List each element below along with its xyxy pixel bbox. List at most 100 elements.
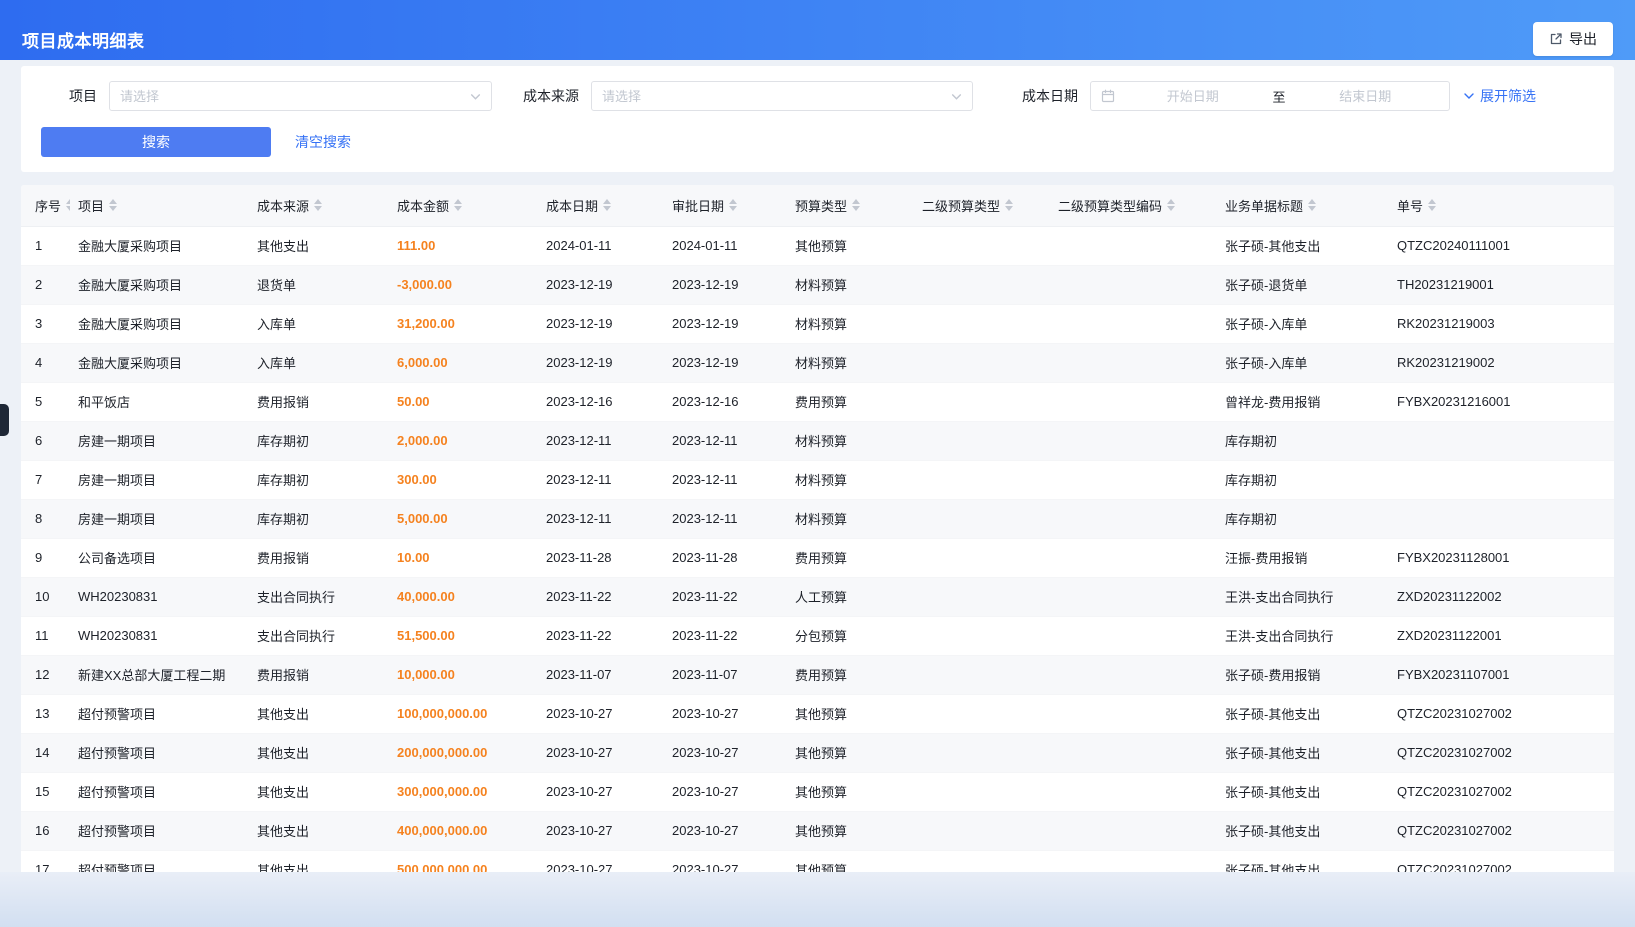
cell-cost_date: 2023-10-27 <box>538 811 664 850</box>
cell-source: 其他支出 <box>249 811 389 850</box>
table-row[interactable]: 4金融大厦采购项目入库单6,000.002023-12-192023-12-19… <box>21 343 1614 382</box>
end-date-input[interactable] <box>1292 82 1440 110</box>
table-row[interactable]: 16超付预警项目其他支出400,000,000.002023-10-272023… <box>21 811 1614 850</box>
project-select-input[interactable] <box>110 82 470 110</box>
cell-project: 金融大厦采购项目 <box>70 265 249 304</box>
export-button-label: 导出 <box>1569 29 1597 49</box>
export-icon <box>1549 32 1563 46</box>
cell-no: 4 <box>21 343 70 382</box>
cell-sub_budget_code <box>1050 772 1217 811</box>
table-row[interactable]: 12新建XX总部大厦工程二期费用报销10,000.002023-11-07202… <box>21 655 1614 694</box>
cost-source-select-input[interactable] <box>592 82 951 110</box>
table-row[interactable]: 10WH20230831支出合同执行40,000.002023-11-22202… <box>21 577 1614 616</box>
project-select[interactable] <box>109 81 492 111</box>
column-header-doc_title[interactable]: 业务单据标题 <box>1217 185 1389 226</box>
table-row[interactable]: 8房建一期项目库存期初5,000.002023-12-112023-12-11材… <box>21 499 1614 538</box>
cost-date-range-picker[interactable]: 至 <box>1090 81 1450 111</box>
cell-amount: 500,000,000.00 <box>389 850 538 872</box>
cell-sub_budget_code <box>1050 577 1217 616</box>
cell-project: 金融大厦采购项目 <box>70 226 249 265</box>
cell-no: 5 <box>21 382 70 421</box>
cell-amount: 2,000.00 <box>389 421 538 460</box>
cell-approval_date: 2023-12-11 <box>664 421 787 460</box>
table-row[interactable]: 7房建一期项目库存期初300.002023-12-112023-12-11材料预… <box>21 460 1614 499</box>
table-row[interactable]: 17超付预警项目其他支出500,000,000.002023-10-272023… <box>21 850 1614 872</box>
sort-icon[interactable] <box>729 199 737 211</box>
cell-source: 入库单 <box>249 304 389 343</box>
column-header-doc_no[interactable]: 单号 <box>1389 185 1614 226</box>
sort-icon[interactable] <box>1005 199 1013 211</box>
cell-doc_no: FYBX20231107001 <box>1389 655 1614 694</box>
cell-budget_type: 费用预算 <box>787 655 914 694</box>
column-header-sub_budget_code[interactable]: 二级预算类型编码 <box>1050 185 1217 226</box>
cell-doc_title: 张子硕-其他支出 <box>1217 772 1389 811</box>
table-row[interactable]: 15超付预警项目其他支出300,000,000.002023-10-272023… <box>21 772 1614 811</box>
cell-budget_type: 其他预算 <box>787 850 914 872</box>
cell-approval_date: 2023-12-19 <box>664 343 787 382</box>
cell-cost_date: 2023-12-19 <box>538 265 664 304</box>
cell-project: 房建一期项目 <box>70 460 249 499</box>
cell-doc_no <box>1389 499 1614 538</box>
sort-icon[interactable] <box>1428 199 1436 211</box>
column-header-project[interactable]: 项目 <box>70 185 249 226</box>
cell-sub_budget_type <box>914 538 1050 577</box>
cell-amount: 111.00 <box>389 226 538 265</box>
cell-source: 其他支出 <box>249 226 389 265</box>
cell-project: WH20230831 <box>70 616 249 655</box>
cell-source: 费用报销 <box>249 382 389 421</box>
table-row[interactable]: 13超付预警项目其他支出100,000,000.002023-10-272023… <box>21 694 1614 733</box>
column-header-amount[interactable]: 成本金额 <box>389 185 538 226</box>
sort-icon[interactable] <box>109 199 117 211</box>
expand-filter-link[interactable]: 展开筛选 <box>1463 86 1536 106</box>
column-header-budget_type[interactable]: 预算类型 <box>787 185 914 226</box>
sort-icon[interactable] <box>852 199 860 211</box>
cell-no: 3 <box>21 304 70 343</box>
cell-doc_no: FYBX20231216001 <box>1389 382 1614 421</box>
table-row[interactable]: 2金融大厦采购项目退货单-3,000.002023-12-192023-12-1… <box>21 265 1614 304</box>
cell-doc_title: 张子硕-退货单 <box>1217 265 1389 304</box>
cost-table-panel: 序号项目成本来源成本金额 成本日期审批日期预算类型二级预算类型二级预算类型编码 业务… <box>21 185 1614 872</box>
cost-source-select[interactable] <box>591 81 973 111</box>
start-date-input[interactable] <box>1119 82 1267 110</box>
sort-icon[interactable] <box>314 199 322 211</box>
sort-icon[interactable] <box>603 199 611 211</box>
column-label-amount: 成本金额 <box>397 196 449 215</box>
column-header-cost_date[interactable]: 成本日期 <box>538 185 664 226</box>
cell-no: 12 <box>21 655 70 694</box>
column-label-sub_budget_code: 二级预算类型编码 <box>1058 196 1162 215</box>
cell-amount: 10,000.00 <box>389 655 538 694</box>
cell-cost_date: 2023-10-27 <box>538 772 664 811</box>
table-row[interactable]: 5和平饭店费用报销50.002023-12-162023-12-16费用预算曾祥… <box>21 382 1614 421</box>
column-header-approval_date[interactable]: 审批日期 <box>664 185 787 226</box>
table-row[interactable]: 1金融大厦采购项目其他支出111.002024-01-112024-01-11其… <box>21 226 1614 265</box>
source-filter-label: 成本来源 <box>523 86 579 106</box>
column-header-no[interactable]: 序号 <box>21 185 70 226</box>
table-row[interactable]: 9公司备选项目费用报销10.002023-11-282023-11-28费用预算… <box>21 538 1614 577</box>
cell-doc_no: QTZC20231027002 <box>1389 694 1614 733</box>
cell-sub_budget_code <box>1050 733 1217 772</box>
table-row[interactable]: 14超付预警项目其他支出200,000,000.002023-10-272023… <box>21 733 1614 772</box>
cell-sub_budget_type <box>914 304 1050 343</box>
cell-project: 和平饭店 <box>70 382 249 421</box>
sort-icon[interactable] <box>66 199 70 211</box>
sort-icon[interactable] <box>1167 199 1175 211</box>
clear-search-link[interactable]: 清空搜索 <box>295 132 351 152</box>
table-row[interactable]: 11WH20230831支出合同执行51,500.002023-11-22202… <box>21 616 1614 655</box>
cell-sub_budget_code <box>1050 460 1217 499</box>
cell-source: 入库单 <box>249 343 389 382</box>
cell-approval_date: 2023-10-27 <box>664 772 787 811</box>
sort-icon[interactable] <box>454 199 462 211</box>
sort-icon[interactable] <box>1308 199 1316 211</box>
column-header-source[interactable]: 成本来源 <box>249 185 389 226</box>
table-row[interactable]: 6房建一期项目库存期初2,000.002023-12-112023-12-11材… <box>21 421 1614 460</box>
cell-cost_date: 2023-10-27 <box>538 694 664 733</box>
search-button[interactable]: 搜索 <box>41 127 271 157</box>
column-header-sub_budget_type[interactable]: 二级预算类型 <box>914 185 1050 226</box>
cell-source: 支出合同执行 <box>249 577 389 616</box>
cell-budget_type: 其他预算 <box>787 772 914 811</box>
side-drawer-handle[interactable] <box>0 404 9 436</box>
export-button[interactable]: 导出 <box>1533 22 1613 56</box>
cell-cost_date: 2023-12-19 <box>538 343 664 382</box>
cell-approval_date: 2023-11-22 <box>664 577 787 616</box>
table-row[interactable]: 3金融大厦采购项目入库单31,200.002023-12-192023-12-1… <box>21 304 1614 343</box>
